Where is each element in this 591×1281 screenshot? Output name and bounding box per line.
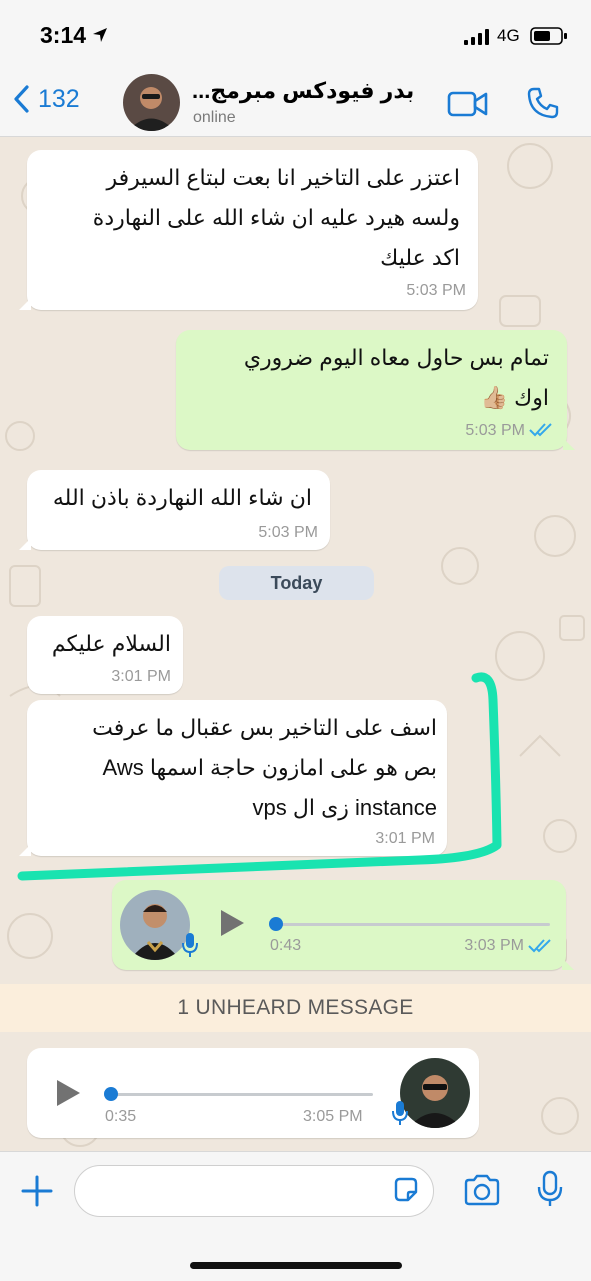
message-text: اسف على التاخير بس عقبال ما عرفت بص هو ع…	[92, 715, 437, 820]
phone-call-icon[interactable]	[526, 86, 560, 120]
message-text: تمام بس حاول معاه اليوم ضروري اوك 👍🏼	[243, 345, 549, 410]
playback-track[interactable]	[274, 923, 550, 926]
message-time: 3:01 PM	[111, 668, 171, 685]
contact-avatar[interactable]	[123, 74, 180, 131]
unheard-banner: 1 UNHEARD MESSAGE	[0, 984, 591, 1032]
incoming-message[interactable]: اعتزر على التاخير انا بعت لبتاع السيرفر …	[19, 150, 478, 310]
outgoing-message[interactable]: تمام بس حاول معاه اليوم ضروري اوك 👍🏼 5:0…	[176, 330, 575, 450]
back-chevron-icon	[14, 85, 29, 113]
bubble-tail	[563, 438, 575, 450]
camera-icon[interactable]	[463, 1174, 501, 1206]
avatar-image	[123, 74, 180, 131]
incoming-message[interactable]: السلام عليكم 3:01 PM	[27, 616, 183, 694]
incoming-voice-message[interactable]: 0:35 3:05 PM	[27, 1048, 479, 1138]
message-time: 3:03 PM	[464, 937, 524, 954]
network-type: 4G	[497, 26, 520, 45]
location-arrow-icon	[93, 28, 107, 42]
message-text: السلام عليكم	[51, 631, 171, 656]
play-icon[interactable]	[218, 908, 246, 938]
sender-photo	[400, 1058, 470, 1128]
unread-count: 132	[38, 84, 80, 113]
message-time: 3:05 PM	[303, 1108, 363, 1125]
playback-knob[interactable]	[104, 1087, 118, 1101]
contact-name[interactable]: بدر فيودكس مبرمج...	[192, 78, 420, 104]
avatar-image	[120, 890, 190, 960]
chat-header: 132 بدر فيودكس مبرمج... online	[0, 70, 591, 137]
contact-status: online	[193, 109, 236, 126]
message-time: 5:03 PM	[406, 282, 466, 299]
bubble-tail	[562, 958, 574, 970]
bubble-tail	[19, 538, 31, 550]
microphone-icon[interactable]	[537, 1170, 563, 1208]
signal-icon	[464, 29, 489, 45]
home-indicator	[190, 1262, 402, 1269]
bubble-tail	[19, 844, 31, 856]
battery-icon	[530, 27, 567, 45]
microphone-icon	[392, 1101, 408, 1125]
message-text: اعتزر على التاخير انا بعت لبتاع السيرفر …	[92, 165, 460, 270]
avatar-image	[400, 1058, 470, 1128]
incoming-message[interactable]: ان شاء الله النهاردة باذن الله 5:03 PM	[19, 470, 330, 550]
sender-photo	[120, 890, 190, 960]
bubble-tail	[19, 298, 31, 310]
play-icon[interactable]	[54, 1078, 82, 1108]
message-time: 3:01 PM	[375, 830, 435, 847]
message-time: 5:03 PM	[465, 422, 525, 439]
status-bar: 3:14 4G	[0, 0, 591, 70]
voice-duration: 0:43	[270, 937, 302, 954]
clock: 3:14	[40, 22, 87, 48]
outgoing-voice-message[interactable]: 0:43 3:03 PM	[112, 880, 574, 970]
double-check-icon	[528, 939, 551, 953]
incoming-message[interactable]: اسف على التاخير بس عقبال ما عرفت بص هو ع…	[19, 700, 447, 856]
microphone-icon	[182, 933, 198, 957]
plus-icon[interactable]	[20, 1174, 54, 1208]
playback-track[interactable]	[110, 1093, 373, 1096]
sticker-icon[interactable]	[392, 1176, 420, 1204]
voice-duration: 0:35	[105, 1108, 137, 1125]
composer-bar	[0, 1151, 591, 1281]
back-button[interactable]: 132	[12, 84, 80, 114]
message-input[interactable]	[91, 1166, 395, 1214]
message-input-container[interactable]	[74, 1165, 434, 1217]
video-call-icon[interactable]	[447, 90, 489, 118]
date-separator: Today	[219, 566, 374, 600]
double-check-icon	[529, 423, 552, 437]
message-text: ان شاء الله النهاردة باذن الله	[52, 485, 312, 510]
message-time: 5:03 PM	[258, 524, 318, 541]
playback-knob[interactable]	[269, 917, 283, 931]
